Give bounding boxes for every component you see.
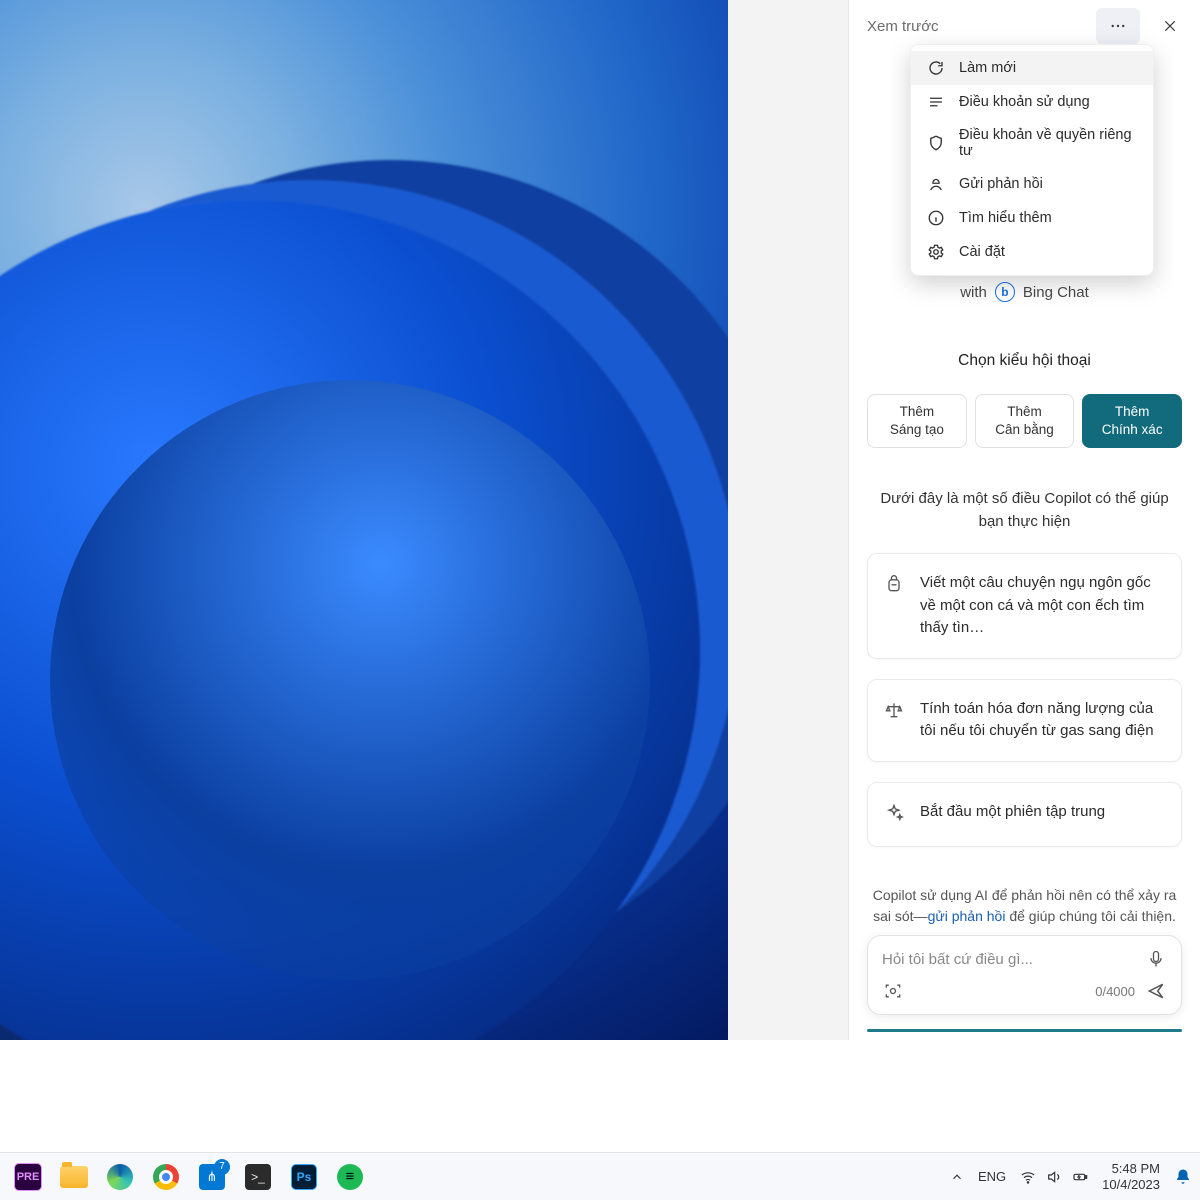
style-creative[interactable]: Thêm Sáng tạo: [867, 394, 967, 448]
shield-icon: [927, 134, 945, 152]
bottom-gap: [0, 1040, 1200, 1152]
style-line1: Thêm: [872, 403, 962, 421]
taskbar-app-vscode[interactable]: ⋔ 7: [192, 1157, 232, 1197]
taskbar-apps: PRE ⋔ 7 >_ Ps ≡: [8, 1157, 370, 1197]
fine-print-after: để giúp chúng tôi cải thiện.: [1005, 908, 1175, 924]
menu-item-label: Cài đặt: [959, 244, 1005, 260]
menu-item-privacy[interactable]: Điều khoản về quyền riêng tư: [911, 119, 1153, 167]
lines-icon: [927, 93, 945, 111]
taskbar-app-chrome[interactable]: [146, 1157, 186, 1197]
info-icon: [927, 209, 945, 227]
visual-search-button[interactable]: [882, 980, 904, 1002]
suggestion-card-1[interactable]: Viết một câu chuyện ngụ ngôn gốc về một …: [867, 553, 1182, 659]
edge-icon: [107, 1164, 133, 1190]
tray-language[interactable]: ENG: [978, 1169, 1006, 1184]
chat-input[interactable]: [882, 951, 1145, 968]
taskbar-app-terminal[interactable]: >_: [238, 1157, 278, 1197]
taskbar-app-premiere[interactable]: PRE: [8, 1157, 48, 1197]
taskbar-tray: ENG 5:48 PM 10/4/2023: [950, 1161, 1192, 1192]
sparkle-icon: [884, 803, 904, 828]
with-label: with: [960, 284, 987, 301]
wifi-icon[interactable]: [1020, 1169, 1036, 1185]
copilot-panel: Xem trước Làm mới Điều khoản sử dụng Điề…: [848, 0, 1200, 1040]
menu-item-terms[interactable]: Điều khoản sử dụng: [911, 85, 1153, 119]
volume-icon[interactable]: [1046, 1169, 1062, 1185]
taskbar-app-explorer[interactable]: [54, 1157, 94, 1197]
premiere-icon: PRE: [14, 1163, 42, 1191]
scale-icon: [884, 700, 904, 725]
help-text: Dưới đây là một số điều Copilot có thể g…: [867, 488, 1182, 533]
suggestion-card-2[interactable]: Tính toán hóa đơn năng lượng của tôi nếu…: [867, 679, 1182, 762]
taskbar: PRE ⋔ 7 >_ Ps ≡ ENG 5:48 PM 10/4/2023: [0, 1152, 1200, 1200]
menu-item-label: Tìm hiểu thêm: [959, 210, 1052, 226]
menu-item-feedback[interactable]: Gửi phản hồi: [911, 167, 1153, 201]
menu-item-refresh[interactable]: Làm mới: [911, 51, 1153, 85]
vscode-badge: 7: [214, 1159, 230, 1175]
style-line2: Chính xác: [1087, 421, 1177, 439]
taskbar-app-spotify[interactable]: ≡: [330, 1157, 370, 1197]
refresh-icon: [927, 59, 945, 77]
char-counter: 0/4000: [1095, 984, 1135, 999]
menu-item-settings[interactable]: Cài đặt: [911, 235, 1153, 269]
desktop-wallpaper: [0, 0, 728, 1040]
more-options-menu: Làm mới Điều khoản sử dụng Điều khoản về…: [910, 44, 1154, 276]
tray-icons: [1020, 1169, 1088, 1185]
feedback-link[interactable]: gửi phản hồi: [928, 908, 1006, 924]
battery-icon[interactable]: [1072, 1169, 1088, 1185]
camera-scan-icon: [883, 981, 903, 1001]
suggestion-card-3[interactable]: Bắt đầu một phiên tập trung: [867, 782, 1182, 847]
menu-item-label: Làm mới: [959, 60, 1016, 76]
photoshop-icon: Ps: [291, 1164, 317, 1190]
mic-button[interactable]: [1145, 948, 1167, 970]
taskbar-app-edge[interactable]: [100, 1157, 140, 1197]
folder-icon: [60, 1166, 88, 1188]
menu-item-label: Điều khoản về quyền riêng tư: [959, 127, 1137, 159]
close-icon: [1162, 18, 1178, 34]
menu-item-learn-more[interactable]: Tìm hiểu thêm: [911, 201, 1153, 235]
fine-print: Copilot sử dụng AI để phản hồi nên có th…: [867, 885, 1182, 927]
feedback-icon: [927, 175, 945, 193]
chat-input-box[interactable]: 0/4000: [867, 935, 1182, 1015]
style-line1: Thêm: [1087, 403, 1177, 421]
style-line2: Sáng tạo: [872, 421, 962, 439]
bing-chat-label: Bing Chat: [1023, 284, 1089, 301]
tray-overflow-button[interactable]: [950, 1170, 964, 1184]
tray-time: 5:48 PM: [1102, 1161, 1160, 1177]
input-accent-underline: [867, 1029, 1182, 1032]
taskbar-app-photoshop[interactable]: Ps: [284, 1157, 324, 1197]
menu-item-label: Điều khoản sử dụng: [959, 94, 1090, 110]
choose-style-heading: Chọn kiểu hội thoại: [867, 352, 1182, 370]
with-bing-line: with b Bing Chat: [867, 282, 1182, 302]
mic-icon: [1146, 949, 1166, 969]
style-selector: Thêm Sáng tạo Thêm Cân bằng Thêm Chính x…: [867, 394, 1182, 448]
panel-title: Xem trước: [867, 18, 1088, 35]
spotify-icon: ≡: [337, 1164, 363, 1190]
notifications-icon[interactable]: [1174, 1168, 1192, 1186]
backpack-icon: [884, 574, 904, 599]
send-button[interactable]: [1145, 980, 1167, 1002]
send-icon: [1146, 981, 1166, 1001]
tray-date: 10/4/2023: [1102, 1177, 1160, 1193]
more-options-button[interactable]: [1096, 8, 1140, 44]
terminal-icon: >_: [245, 1164, 271, 1190]
style-balanced[interactable]: Thêm Cân bằng: [975, 394, 1075, 448]
chrome-icon: [153, 1164, 179, 1190]
tray-clock[interactable]: 5:48 PM 10/4/2023: [1102, 1161, 1160, 1192]
suggestion-text: Tính toán hóa đơn năng lượng của tôi nếu…: [920, 698, 1165, 743]
style-precise[interactable]: Thêm Chính xác: [1082, 394, 1182, 448]
style-line1: Thêm: [980, 403, 1070, 421]
menu-item-label: Gửi phản hồi: [959, 176, 1043, 192]
close-button[interactable]: [1148, 8, 1192, 44]
style-line2: Cân bằng: [980, 421, 1070, 439]
gear-icon: [927, 243, 945, 261]
bing-icon: b: [995, 282, 1015, 302]
suggestion-text: Bắt đầu một phiên tập trung: [920, 801, 1105, 824]
suggestion-text: Viết một câu chuyện ngụ ngôn gốc về một …: [920, 572, 1165, 640]
ellipsis-icon: [1109, 17, 1127, 35]
